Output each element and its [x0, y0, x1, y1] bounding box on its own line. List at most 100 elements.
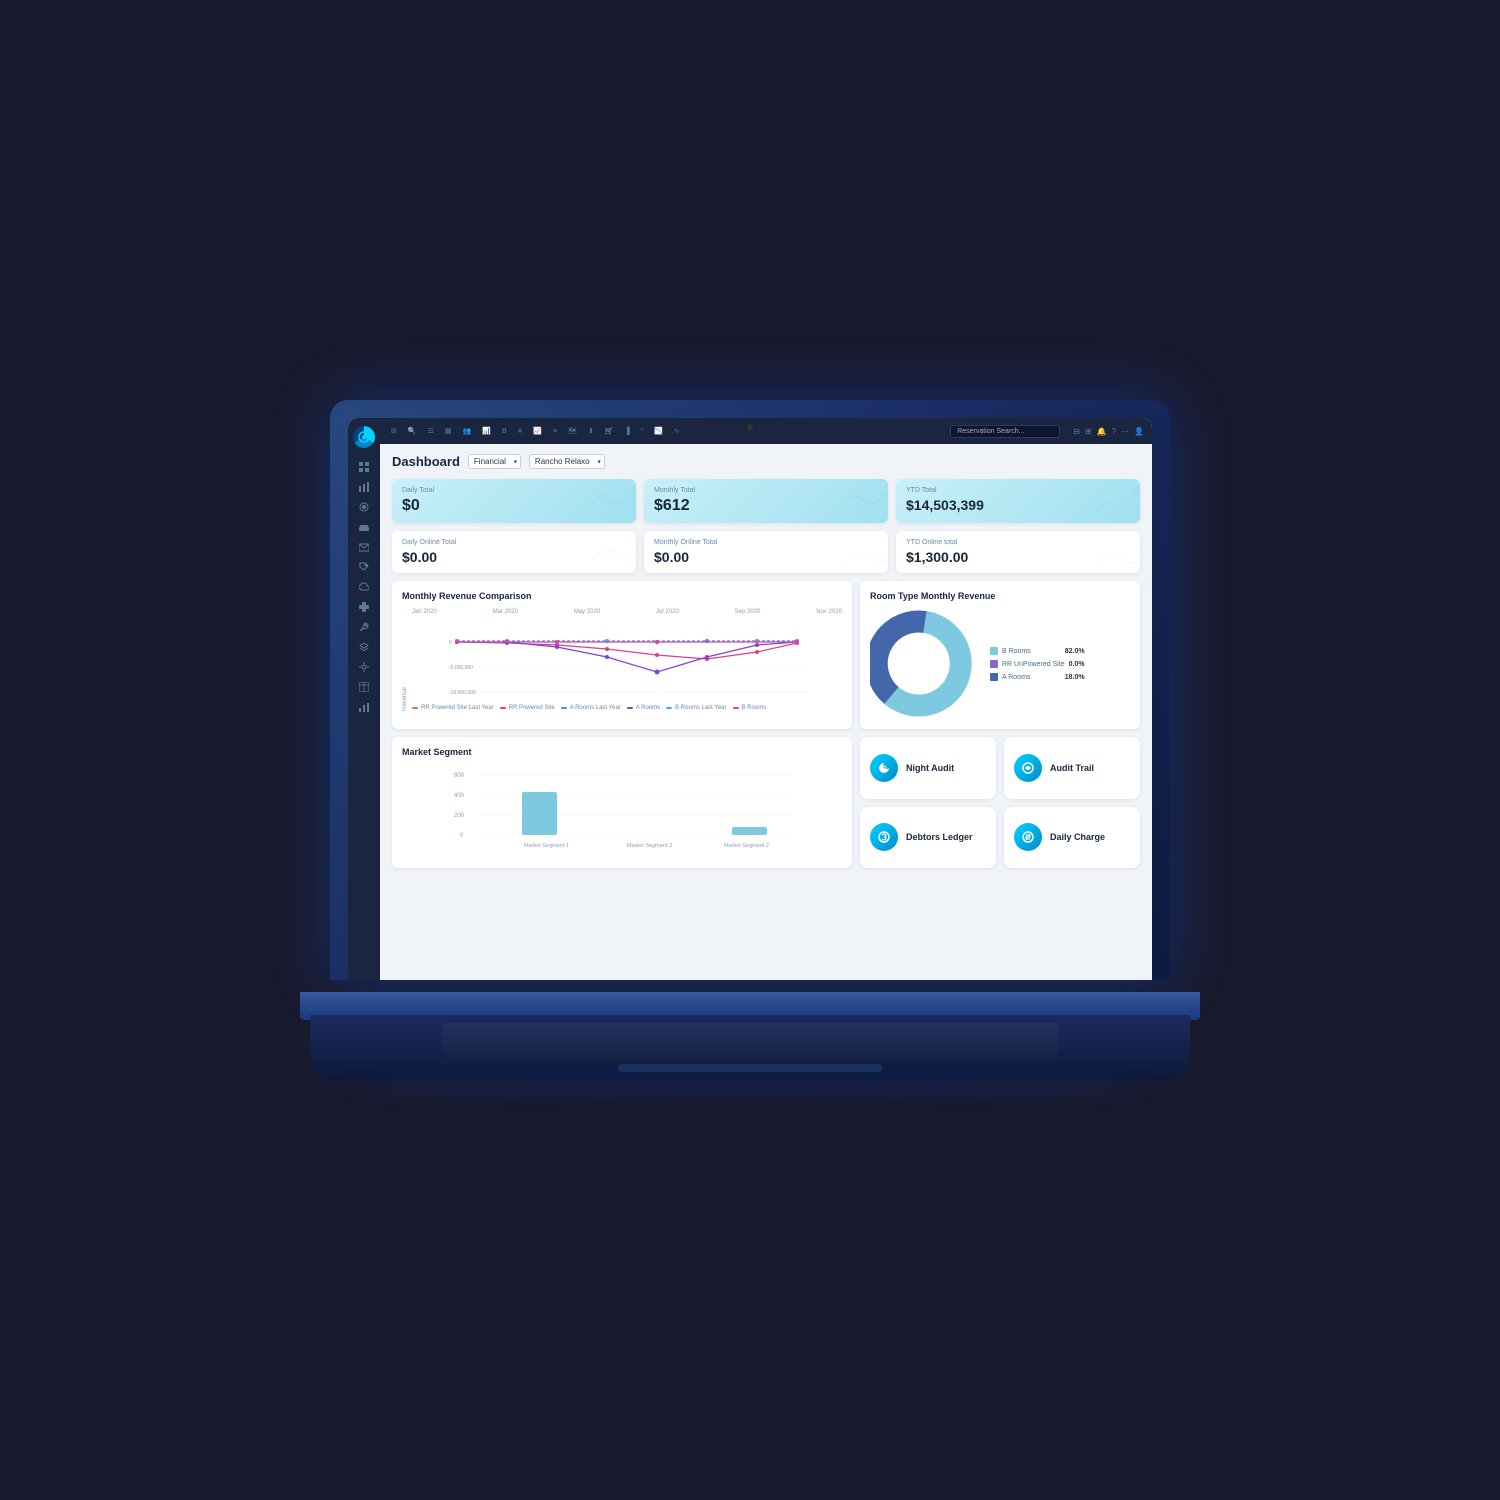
app: ⊞ 🔍 ☰ ▦ 👥 📊 B A 📈 ≡ 🗺 ⬆ 🛒 ▐ — [348, 418, 1152, 980]
svg-text:Market Segment 3: Market Segment 3 — [627, 843, 672, 849]
bottom-row: Market Segment 600 400 — [392, 737, 1140, 868]
financial-dropdown[interactable]: Financial — [468, 454, 521, 469]
debtors-ledger-button[interactable]: Debtors Ledger — [860, 807, 996, 869]
svg-text:400: 400 — [454, 793, 465, 799]
dashboard-header: Dashboard Financial Rancho Relaxo — [392, 454, 1140, 469]
daily-total-card: Daily Total $0 — [392, 479, 636, 523]
audit-trail-icon — [1014, 754, 1042, 782]
charts-row: Monthly Revenue Comparison Revenue Jan 2… — [392, 581, 1140, 729]
search-placeholder: Reservation Search... — [957, 428, 1024, 435]
ytd-watermark — [1095, 485, 1140, 523]
svg-text:Market Segment 2: Market Segment 2 — [724, 843, 769, 849]
dashboard-area: Dashboard Financial Rancho Relaxo Daily … — [380, 444, 1152, 980]
monthly-revenue-chart: Monthly Revenue Comparison Revenue Jan 2… — [392, 581, 852, 729]
market-segment-chart: Market Segment 600 400 — [392, 737, 852, 868]
toolbar-dots-icon[interactable]: ⋯ — [1121, 427, 1129, 436]
night-audit-label: Night Audit — [906, 763, 954, 773]
revenue-y-label: Revenue — [402, 609, 408, 711]
camera — [747, 424, 753, 430]
toolbar-grid-icon[interactable]: ⊞ — [388, 425, 400, 437]
svg-text:-10,000,000: -10,000,000 — [449, 690, 476, 696]
toolbar-map-icon[interactable]: 🗺 — [565, 425, 580, 437]
sidebar-icon-tag[interactable] — [356, 560, 372, 574]
laptop-shadow — [350, 1080, 1150, 1095]
toolbar-menu-icon[interactable]: ☰ — [425, 425, 437, 437]
sidebar-icon-grid[interactable] — [356, 460, 372, 474]
toolbar-grid2-icon[interactable]: ⊞ — [1085, 427, 1092, 436]
monthly-online-watermark — [843, 540, 888, 573]
ytd-total-card: YTD Total $14,503,399 — [896, 479, 1140, 523]
market-segment-title: Market Segment — [402, 747, 842, 757]
legend-rr-unpowered: RR UnPowered Site 0.0% — [990, 660, 1085, 668]
toolbar-users-icon[interactable]: 👥 — [460, 425, 475, 437]
toolbar-upload-icon[interactable]: ⬆ — [585, 425, 597, 437]
quick-actions: Night Audit Audit Trai — [860, 737, 1140, 868]
toolbar-chart2-icon[interactable]: 📉 — [651, 425, 666, 437]
sidebar-icon-chart[interactable] — [356, 480, 372, 494]
main-content: ⊞ 🔍 ☰ ▦ 👥 📊 B A 📈 ≡ 🗺 ⬆ 🛒 ▐ — [380, 418, 1152, 980]
line-chart-svg: 0 -5,000,000 -10,000,000 — [412, 617, 842, 697]
toolbar-help-icon[interactable]: ? — [1112, 427, 1116, 436]
monthly-revenue-title: Monthly Revenue Comparison — [402, 591, 842, 601]
toolbar-stats-icon[interactable]: 📊 — [479, 425, 494, 437]
laptop-screen: ⊞ 🔍 ☰ ▦ 👥 📊 B A 📈 ≡ 🗺 ⬆ 🛒 ▐ — [330, 400, 1170, 980]
debtors-ledger-label: Debtors Ledger — [906, 832, 973, 842]
toolbar-user-icon[interactable]: 👤 — [1134, 427, 1144, 436]
svg-text:Market Segment 1: Market Segment 1 — [524, 843, 569, 849]
toolbar-quote-icon[interactable]: " — [638, 426, 647, 437]
svg-text:200: 200 — [454, 813, 465, 819]
toolbar-calendar-icon[interactable]: ▦ — [442, 425, 455, 437]
audit-trail-button[interactable]: Audit Trail — [1004, 737, 1140, 799]
sidebar-icon-settings[interactable] — [356, 500, 372, 514]
sidebar-icon-tools[interactable] — [356, 600, 372, 614]
daily-online-card: Daily Online Total $0.00 — [392, 531, 636, 573]
bar-chart-svg: 600 400 200 0 — [402, 765, 842, 855]
sidebar-icon-bar-chart[interactable] — [356, 700, 372, 714]
top-toolbar: ⊞ 🔍 ☰ ▦ 👥 📊 B A 📈 ≡ 🗺 ⬆ 🛒 ▐ — [380, 418, 1152, 444]
sidebar-icon-email[interactable] — [356, 540, 372, 554]
sidebar-icon-wrench[interactable] — [356, 620, 372, 634]
monthly-watermark — [843, 485, 888, 523]
app-logo — [353, 426, 375, 448]
toolbar-line-chart-icon[interactable]: 📈 — [530, 425, 545, 437]
sidebar-icon-table[interactable] — [356, 680, 372, 694]
daily-charge-label: Daily Charge — [1050, 832, 1105, 842]
legend-a-rooms: A Rooms 18.0% — [990, 673, 1085, 681]
daily-charge-button[interactable]: Daily Charge — [1004, 807, 1140, 869]
property-dropdown[interactable]: Rancho Relaxo — [529, 454, 605, 469]
toolbar-list-icon[interactable]: ≡ — [550, 426, 560, 437]
ytd-online-card: YTD Online total $1,300.00 — [896, 531, 1140, 573]
toolbar-curve-icon[interactable]: ∿ — [671, 425, 683, 437]
night-audit-button[interactable]: Night Audit — [860, 737, 996, 799]
sidebar-icon-gear[interactable] — [356, 660, 372, 674]
room-type-title: Room Type Monthly Revenue — [870, 591, 1130, 601]
night-audit-icon — [870, 754, 898, 782]
sidebar-icon-layers[interactable] — [356, 640, 372, 654]
donut-chart-svg — [870, 609, 980, 719]
legend-b-rooms: B Rooms 82.0% — [990, 647, 1085, 655]
svg-text:0: 0 — [449, 640, 452, 646]
svg-text:0: 0 — [460, 833, 464, 839]
laptop-keyboard — [310, 1015, 1190, 1080]
monthly-online-card: Monthly Online Total $0.00 — [644, 531, 888, 573]
toolbar-search-icon[interactable]: 🔍 — [405, 425, 420, 437]
toolbar-bell-icon[interactable]: 🔔 — [1097, 427, 1107, 436]
toolbar-view-icon[interactable]: ⊟ — [1073, 427, 1080, 436]
sidebar — [348, 418, 380, 980]
screen-bezel: ⊞ 🔍 ☰ ▦ 👥 📊 B A 📈 ≡ 🗺 ⬆ 🛒 ▐ — [348, 418, 1152, 980]
toolbar-bar-icon[interactable]: ▐ — [622, 426, 633, 437]
toolbar-bold-icon[interactable]: B — [499, 426, 510, 437]
daily-watermark — [591, 485, 636, 523]
daily-online-watermark — [591, 540, 636, 573]
audit-trail-label: Audit Trail — [1050, 763, 1094, 773]
sidebar-icon-cloud[interactable] — [356, 580, 372, 594]
toolbar-cart-icon[interactable]: 🛒 — [602, 425, 617, 437]
donut-area: B Rooms 82.0% RR UnPowered Site 0.0% — [870, 609, 1130, 719]
sidebar-icon-bed[interactable] — [356, 520, 372, 534]
reservation-search[interactable]: Reservation Search... — [950, 425, 1060, 438]
toolbar-right-icons: ⊟ ⊞ 🔔 ? ⋯ 👤 — [1073, 427, 1144, 436]
room-type-revenue-chart: Room Type Monthly Revenue — [860, 581, 1140, 729]
ytd-online-watermark — [1095, 540, 1140, 573]
svg-text:-5,000,000: -5,000,000 — [449, 665, 473, 671]
toolbar-font-icon[interactable]: A — [515, 426, 526, 437]
